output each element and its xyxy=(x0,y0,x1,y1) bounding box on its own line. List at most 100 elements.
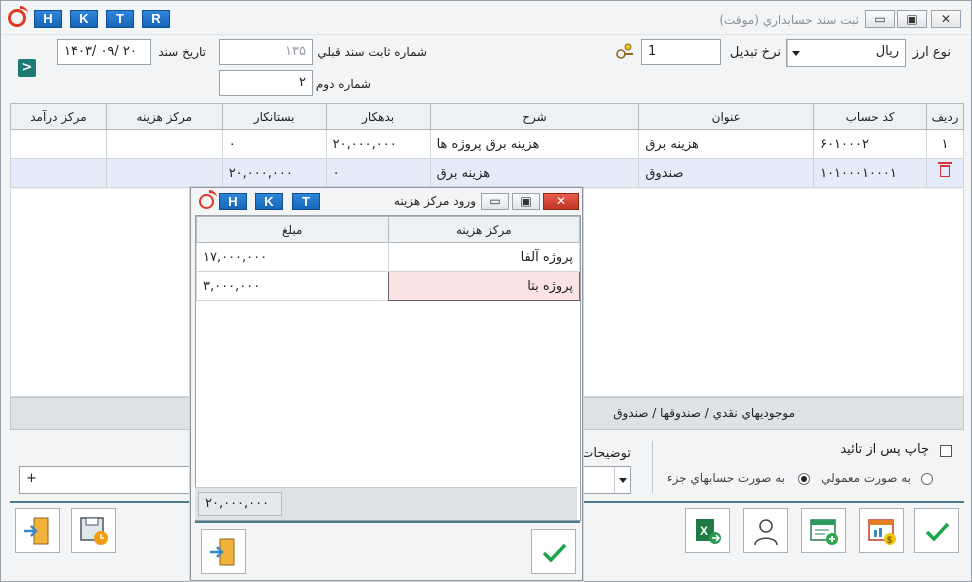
dialog-close-button[interactable]: ✕ xyxy=(543,193,579,210)
save-draft-button[interactable] xyxy=(71,508,116,553)
plus-sign: + xyxy=(26,471,37,486)
prev-doc-input[interactable]: ۱۳۵ xyxy=(219,39,313,65)
normal-mode-label: به صورت معمولي xyxy=(821,471,911,485)
hotkey-k-button[interactable]: K xyxy=(70,10,98,28)
col-amount[interactable]: مبلغ xyxy=(196,216,389,243)
hotkey-h-button[interactable]: H xyxy=(34,10,62,28)
table-row[interactable]: ۱ ۶۰۱۰۰۰۲ هزينه برق هزينه برق پروژه ها ۲… xyxy=(10,129,964,159)
window-title: ثبت سند حسابداري (موقت) xyxy=(719,13,859,27)
cell-income-center[interactable] xyxy=(10,129,107,159)
add-list-icon xyxy=(810,519,838,545)
cost-center-grid: مرکز هزينه مبلغ پروژه آلفا ۱۷,۰۰۰,۰۰۰ پر… xyxy=(196,216,581,301)
close-button[interactable]: ✕ xyxy=(931,10,961,28)
cell-center[interactable]: پروژه آلفا xyxy=(387,242,581,272)
col-credit[interactable]: بستانکار xyxy=(221,103,327,130)
hotkey-r-button[interactable]: R xyxy=(142,10,170,28)
app-logo-icon xyxy=(8,6,28,27)
report-button[interactable]: $ xyxy=(859,508,904,553)
table-row[interactable]: پروژه آلفا ۱۷,۰۰۰,۰۰۰ xyxy=(196,242,581,272)
cell-code[interactable]: ۱۰۱۰۰۰۱۰۰۰۱ xyxy=(813,158,928,188)
col-description[interactable]: شرح xyxy=(429,103,640,130)
checkmark-icon xyxy=(542,543,567,563)
dialog-confirm-button[interactable] xyxy=(531,529,576,574)
next-button[interactable]: > xyxy=(18,59,36,77)
cell-desc[interactable]: هزينه برق xyxy=(429,158,640,188)
dialog-maximize-button[interactable]: ▣ xyxy=(512,193,540,210)
print-after-confirm-label: چاپ پس از تائيد xyxy=(840,442,929,457)
cell-row[interactable]: ۱ xyxy=(926,129,964,159)
cell-row[interactable] xyxy=(926,158,964,188)
exit-icon xyxy=(210,538,235,566)
user-button[interactable] xyxy=(743,508,788,553)
cost-center-grid-area: مرکز هزينه مبلغ پروژه آلفا ۱۷,۰۰۰,۰۰۰ پر… xyxy=(195,215,581,521)
cell-cost-center[interactable] xyxy=(105,158,223,188)
second-number-label: شماره دوم xyxy=(315,77,371,91)
add-voucher-button[interactable] xyxy=(801,508,846,553)
dialog-minimize-button[interactable]: ▭ xyxy=(481,193,509,210)
cell-debit[interactable]: ۲۰,۰۰۰,۰۰۰ xyxy=(325,129,431,159)
dialog-hotkey-k-button[interactable]: K xyxy=(255,193,283,210)
maximize-button[interactable]: ▣ xyxy=(897,10,927,28)
col-debit[interactable]: بدهکار xyxy=(325,103,431,130)
maximize-icon: ▣ xyxy=(520,194,532,208)
cell-debit[interactable]: ۰ xyxy=(325,158,431,188)
dialog-hotkey-t-button[interactable]: T xyxy=(292,193,320,210)
save-clock-icon xyxy=(80,517,108,545)
cell-credit[interactable]: ۰ xyxy=(221,129,327,159)
col-cost-center[interactable]: مرکز هزينه xyxy=(105,103,223,130)
hotkey-t-button[interactable]: T xyxy=(106,10,134,28)
table-row[interactable]: پروژه بتا ۳,۰۰۰,۰۰۰ xyxy=(196,271,581,301)
cell-amount[interactable]: ۱۷,۰۰۰,۰۰۰ xyxy=(196,242,389,272)
doc-date-input[interactable]: ۱۴۰۳/ ۰۹/ ۲۰ xyxy=(57,39,151,65)
minimize-icon: ▭ xyxy=(874,12,886,26)
cell-code[interactable]: ۶۰۱۰۰۰۲ xyxy=(813,129,928,159)
second-number-input[interactable]: ۲ xyxy=(219,70,313,96)
exit-button[interactable] xyxy=(15,508,60,553)
currency-select[interactable]: ريال xyxy=(786,39,906,67)
trash-icon[interactable] xyxy=(938,162,953,177)
table-row[interactable]: ۱۰۱۰۰۰۱۰۰۰۱ صندوق هزينه برق ۰ ۲۰,۰۰۰,۰۰۰ xyxy=(10,158,964,188)
minimize-button[interactable]: ▭ xyxy=(865,10,895,28)
currency-value: ريال xyxy=(875,44,899,59)
exchange-rate-key-icon[interactable] xyxy=(615,42,635,62)
cell-title[interactable]: صندوق xyxy=(638,158,815,188)
cell-amount[interactable]: ۳,۰۰۰,۰۰۰ xyxy=(196,271,389,301)
checkmark-icon xyxy=(925,522,950,542)
col-title[interactable]: عنوان xyxy=(638,103,815,130)
detail-mode-label: به صورت حسابهاي جزء xyxy=(666,471,785,485)
cell-center[interactable]: پروژه بتا xyxy=(387,271,581,301)
col-row[interactable]: رديف xyxy=(926,103,964,130)
col-account-code[interactable]: کد حساب xyxy=(813,103,928,130)
close-icon: ✕ xyxy=(940,12,952,26)
voucher-grid: رديف کد حساب عنوان شرح بدهکار بستانکار م… xyxy=(10,103,964,188)
currency-dropdown-arrow-icon[interactable] xyxy=(787,40,803,66)
cell-desc[interactable]: هزينه برق پروژه ها xyxy=(429,129,640,159)
cell-title[interactable]: هزينه برق xyxy=(638,129,815,159)
normal-mode-radio[interactable] xyxy=(798,473,810,485)
dialog-total-bar: ۲۰,۰۰۰,۰۰۰ xyxy=(195,487,577,520)
svg-text:$: $ xyxy=(887,535,892,545)
maximize-icon: ▣ xyxy=(906,12,918,26)
dialog-logo-icon xyxy=(199,190,217,209)
close-icon: ✕ xyxy=(555,194,567,208)
confirm-button[interactable] xyxy=(914,508,959,553)
exchange-rate-input[interactable]: 1 xyxy=(641,39,721,65)
cell-income-center[interactable] xyxy=(10,158,107,188)
col-income-center[interactable]: مرکز درآمد xyxy=(10,103,107,130)
currency-type-label: نوع ارز xyxy=(912,45,951,60)
excel-icon: X xyxy=(696,519,721,544)
col-cost-center[interactable]: مرکز هزينه xyxy=(387,216,581,243)
detail-mode-radio[interactable] xyxy=(921,473,933,485)
user-icon xyxy=(754,519,778,546)
prev-doc-label: شماره ثابت سند قبلي xyxy=(317,45,427,59)
excel-export-button[interactable]: X xyxy=(685,508,730,553)
cell-credit[interactable]: ۲۰,۰۰۰,۰۰۰ xyxy=(221,158,327,188)
print-after-confirm-checkbox[interactable] xyxy=(940,445,952,457)
exchange-rate-label: نرخ تبديل xyxy=(729,45,781,60)
description-dropdown-arrow-icon[interactable] xyxy=(614,467,630,493)
exit-icon xyxy=(24,517,49,545)
dialog-exit-button[interactable] xyxy=(201,529,246,574)
svg-text:X: X xyxy=(700,524,708,538)
dialog-hotkey-h-button[interactable]: H xyxy=(219,193,247,210)
cell-cost-center[interactable] xyxy=(105,129,223,159)
